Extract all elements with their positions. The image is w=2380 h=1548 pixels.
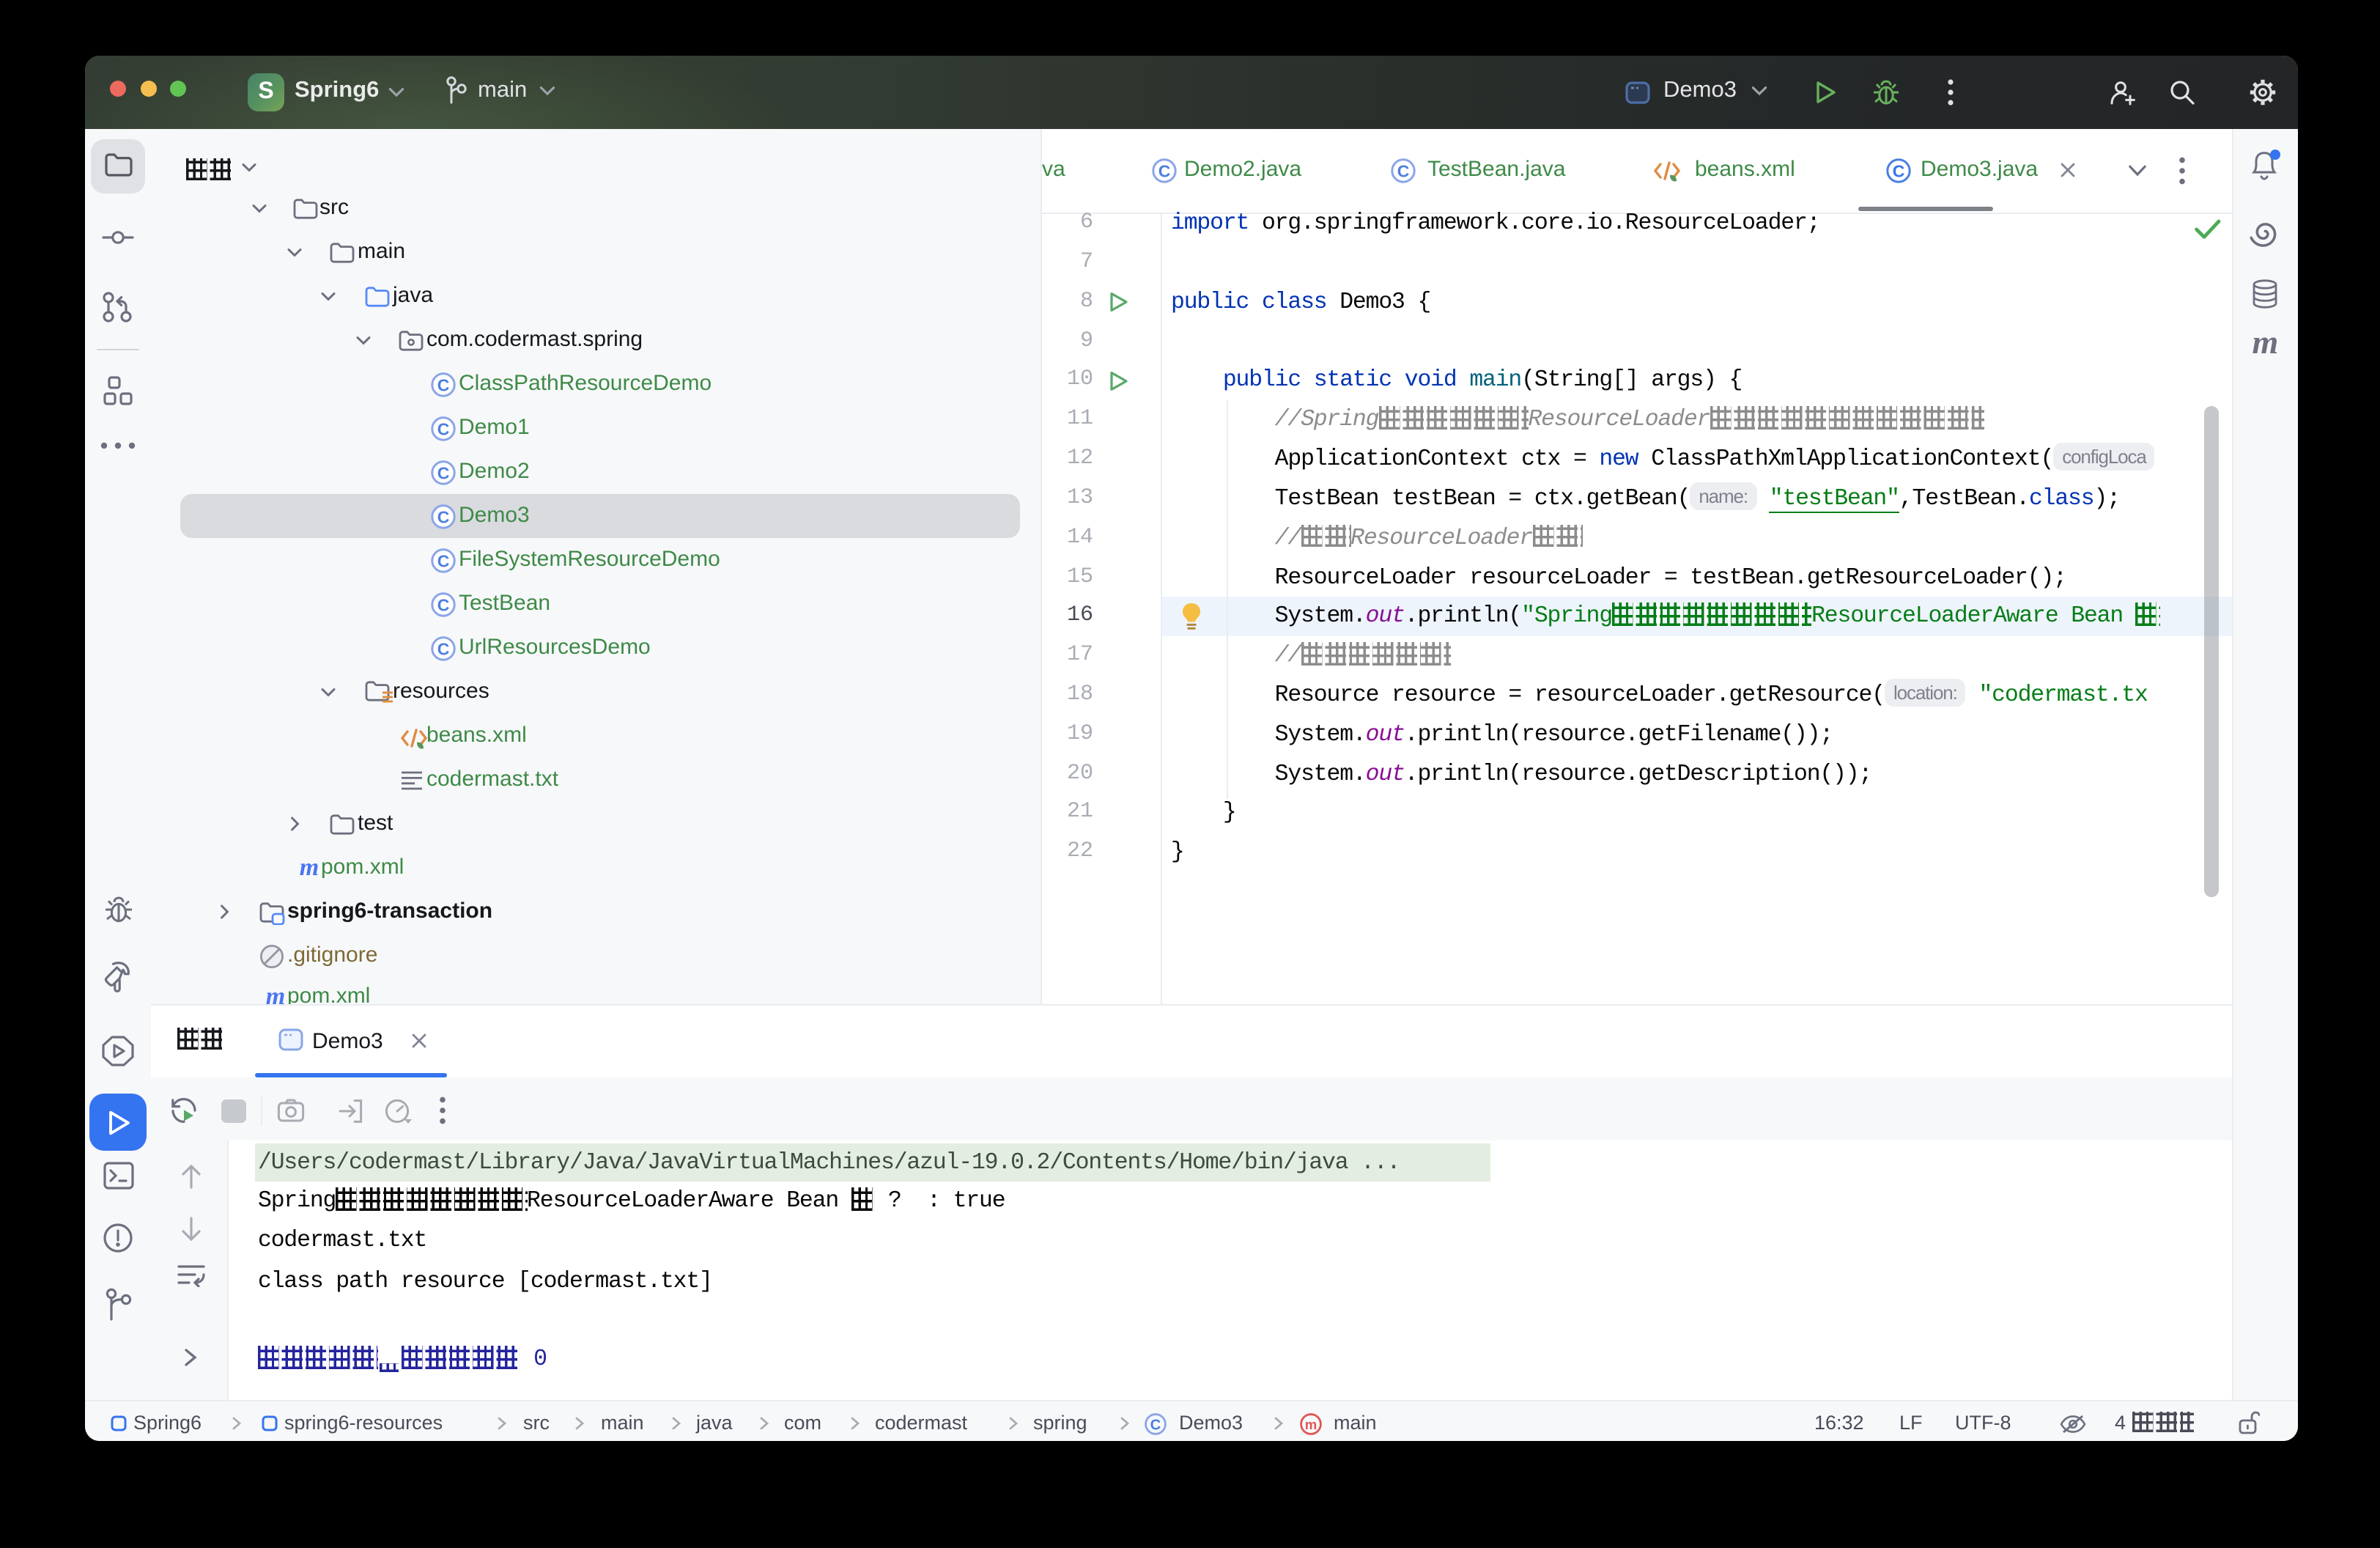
svg-text:m: m (1305, 1416, 1317, 1431)
svg-text:C: C (437, 595, 450, 614)
svg-text:C: C (1397, 161, 1409, 180)
svg-text:m: m (266, 987, 285, 1004)
svg-text:C: C (437, 375, 450, 394)
svg-text:C: C (1158, 161, 1171, 180)
svg-text:C: C (437, 639, 450, 658)
svg-text:C: C (437, 507, 450, 526)
svg-text:m: m (300, 858, 319, 878)
svg-text:C: C (437, 419, 450, 438)
svg-text:C: C (437, 551, 450, 570)
svg-text:C: C (1892, 161, 1904, 180)
svg-text:C: C (437, 463, 450, 482)
svg-text:C: C (1150, 1417, 1161, 1433)
